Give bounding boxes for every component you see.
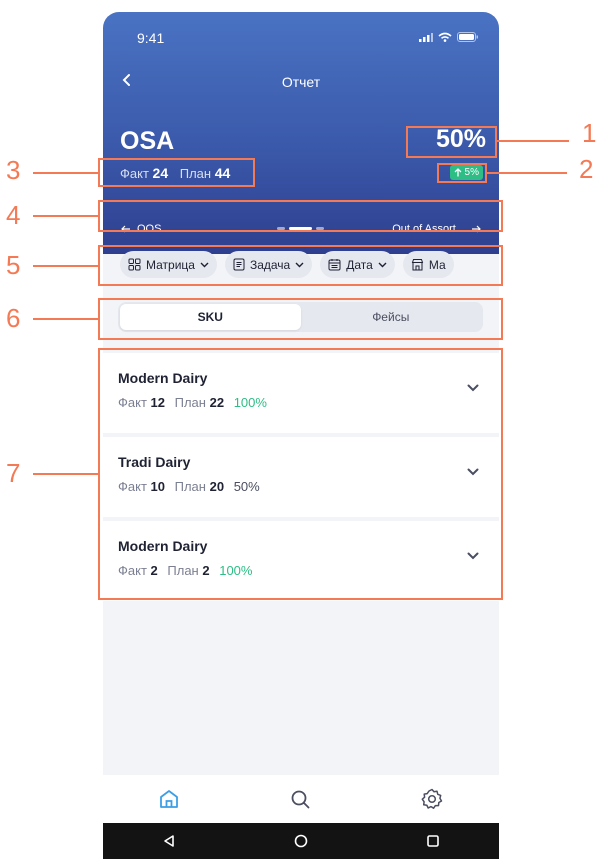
page-title: Отчет: [281, 74, 321, 90]
system-navigation-bar: [103, 823, 499, 859]
callout-box-2: [437, 163, 487, 183]
callout-line-2: [487, 172, 567, 174]
callout-box-3: [98, 158, 255, 187]
settings-icon[interactable]: [420, 787, 444, 811]
callout-number-1: 1: [582, 118, 597, 148]
callout-box-5: [98, 245, 503, 286]
callout-number-2: 2: [579, 154, 594, 184]
signal-icon: [419, 32, 433, 42]
status-time: 9:41: [137, 30, 165, 46]
status-icons: [419, 32, 479, 42]
callout-line-6: [33, 318, 98, 320]
callout-box-7: [98, 348, 503, 600]
callout-number-4: 4: [6, 200, 21, 230]
callout-line-7: [33, 473, 98, 475]
metric-name: OSA: [120, 127, 175, 155]
battery-icon: [457, 32, 478, 42]
callout-box-4: [98, 200, 503, 232]
callout-number-3: 3: [6, 155, 21, 185]
bottom-tab-bar: [103, 775, 499, 823]
search-icon[interactable]: [289, 788, 311, 810]
wifi-icon: [438, 32, 452, 42]
callout-box-6: [98, 298, 503, 340]
callout-line-3: [33, 172, 98, 174]
back-triangle-icon[interactable]: [162, 834, 176, 848]
callout-number-5: 5: [6, 250, 21, 280]
recents-square-icon[interactable]: [426, 834, 440, 848]
callout-line-4: [33, 215, 98, 217]
callout-line-5: [33, 265, 98, 267]
home-icon[interactable]: [158, 788, 180, 810]
callout-number-6: 6: [6, 303, 21, 333]
callout-line-1: [497, 140, 569, 142]
home-circle-icon[interactable]: [294, 834, 308, 848]
callout-box-1: [406, 126, 497, 158]
callout-number-7: 7: [6, 458, 21, 488]
